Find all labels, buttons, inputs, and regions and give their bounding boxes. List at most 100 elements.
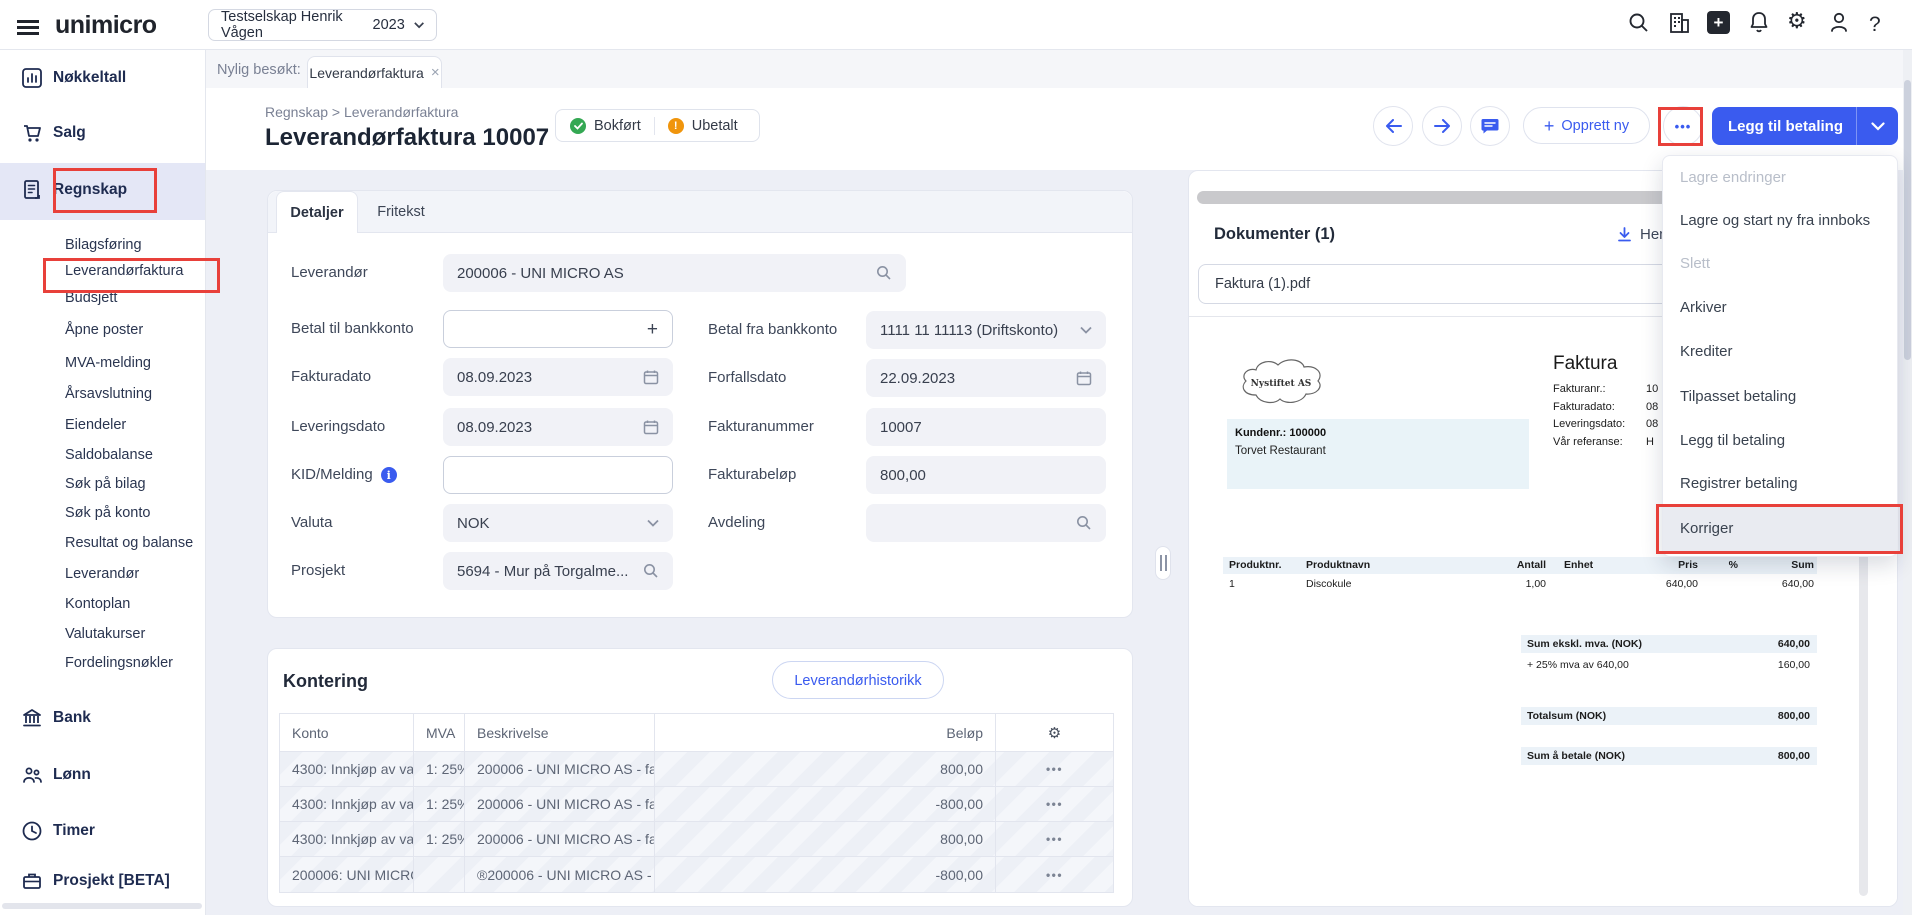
- kontering-row-3[interactable]: 4300: Innkjøp av vare... 1: 25% 200006 -…: [280, 822, 1113, 857]
- ellipsis-icon[interactable]: •••: [1046, 797, 1063, 811]
- menu-item-arkiver[interactable]: Arkiver: [1663, 286, 1897, 330]
- primary-split-button[interactable]: Legg til betaling: [1712, 107, 1898, 145]
- sidebar-item-salg[interactable]: Salg: [0, 122, 205, 146]
- search-icon[interactable]: [1627, 11, 1651, 40]
- sidebar-subitem-eiendeler[interactable]: Eiendeler: [65, 417, 126, 433]
- more-actions-button[interactable]: •••: [1663, 106, 1703, 146]
- sidebar-item-lonn[interactable]: Lønn: [0, 764, 205, 788]
- sidebar-subitem-kontoplan[interactable]: Kontoplan: [65, 596, 130, 612]
- calendar-icon[interactable]: [643, 419, 659, 435]
- tab-detaljer[interactable]: Detaljer: [276, 191, 358, 233]
- kontering-row-4[interactable]: 200006: UNI MICRO AS ®200006 - UNI MICRO…: [280, 857, 1113, 892]
- leverandor-field[interactable]: 200006 - UNI MICRO AS: [443, 254, 906, 292]
- breadcrumb[interactable]: Regnskap > Leverandørfaktura: [265, 104, 458, 120]
- sidebar-subitem-valutakurser[interactable]: Valutakurser: [65, 626, 145, 642]
- scrollbar-thumb[interactable]: [1904, 80, 1911, 360]
- row-actions-button[interactable]: •••: [995, 857, 1113, 892]
- menu-item-krediter[interactable]: Krediter: [1663, 330, 1897, 374]
- column-header-beskrivelse[interactable]: Beskrivelse: [464, 714, 654, 751]
- add-account-icon[interactable]: +: [647, 320, 658, 339]
- chevron-down-icon: [414, 21, 424, 29]
- menu-item-lagre-og-start-ny[interactable]: Lagre og start ny fra innboks: [1663, 199, 1897, 243]
- ellipsis-icon[interactable]: •••: [1046, 762, 1063, 776]
- sidebar-subitem-budsjett[interactable]: Budsjett: [65, 290, 117, 306]
- sidebar-subitem-resultat-og-balanse[interactable]: Resultat og balanse: [65, 535, 193, 551]
- sidebar-subitem-bilagsforing[interactable]: Bilagsføring: [65, 237, 142, 253]
- previous-button[interactable]: [1373, 106, 1413, 146]
- calendar-icon[interactable]: [1076, 370, 1092, 386]
- kontering-row-2[interactable]: 4300: Innkjøp av vare... 1: 25% 200006 -…: [280, 787, 1113, 822]
- sidebar-subitem-saldobalanse[interactable]: Saldobalanse: [65, 447, 153, 463]
- column-header-mva[interactable]: MVA: [413, 714, 464, 751]
- column-header-konto[interactable]: Konto: [280, 714, 413, 751]
- calendar-icon[interactable]: [643, 369, 659, 385]
- mva-cell: [413, 857, 464, 892]
- kontering-row-1[interactable]: 4300: Innkjøp av vare... 1: 25% 200006 -…: [280, 752, 1113, 787]
- sidebar-item-regnskap[interactable]: Regnskap: [0, 179, 205, 203]
- tab-leverandorfaktura[interactable]: Leverandørfaktura ×: [307, 56, 442, 88]
- help-icon[interactable]: ?: [1869, 13, 1881, 37]
- betal-fra-bankkonto-field[interactable]: 1111 11 11113 (Driftskonto): [866, 311, 1106, 349]
- companies-icon[interactable]: [1667, 11, 1691, 40]
- sidebar-item-label: Lønn: [53, 766, 91, 784]
- company-selector[interactable]: Testselskap Henrik Vågen 2023: [208, 9, 437, 41]
- fakturanummer-field[interactable]: 10007: [866, 408, 1106, 446]
- add-icon[interactable]: +: [1707, 11, 1730, 34]
- column-header-belop[interactable]: Beløp: [654, 714, 995, 751]
- leverandorhistorikk-button[interactable]: Leverandørhistorikk: [772, 661, 944, 699]
- sidebar-subitem-mva-melding[interactable]: MVA-melding: [65, 355, 151, 371]
- avdeling-field[interactable]: [866, 504, 1106, 542]
- prosjekt-field[interactable]: 5694 - Mur på Torgalme...: [443, 552, 673, 590]
- info-icon[interactable]: i: [381, 467, 397, 483]
- sidebar-subitem-arsavslutning[interactable]: Årsavslutning: [65, 386, 152, 402]
- valuta-field[interactable]: NOK: [443, 504, 673, 542]
- search-icon[interactable]: [643, 563, 659, 579]
- betal-til-bankkonto-field[interactable]: +: [443, 310, 673, 348]
- sidebar-item-bank[interactable]: Bank: [0, 707, 205, 731]
- page-vertical-scrollbar[interactable]: [1903, 50, 1912, 915]
- tab-fritekst[interactable]: Fritekst: [366, 191, 436, 233]
- profile-icon[interactable]: [1827, 10, 1851, 40]
- menu-item-tilpasset-betaling[interactable]: Tilpasset betaling: [1663, 375, 1897, 419]
- fakturadato-field[interactable]: 08.09.2023: [443, 358, 673, 396]
- sidebar-item-timer[interactable]: Timer: [0, 820, 205, 844]
- ellipsis-icon[interactable]: •••: [1046, 832, 1063, 846]
- belop-cell: 800,00: [654, 752, 995, 786]
- gear-icon[interactable]: ⚙: [1048, 724, 1061, 742]
- comments-button[interactable]: [1470, 106, 1510, 146]
- fakturabelop-field[interactable]: 800,00: [866, 456, 1106, 494]
- sidebar-horizontal-scrollbar[interactable]: [2, 903, 202, 909]
- menu-item-registrer-betaling[interactable]: Registrer betaling: [1663, 462, 1897, 506]
- sidebar-item-nokkeltall[interactable]: Nøkkeltall: [0, 67, 205, 91]
- sidebar-subitem-leverandor[interactable]: Leverandør: [65, 566, 139, 582]
- customer-number: Kundenr.: 100000: [1227, 419, 1529, 439]
- sidebar-subitem-sok-pa-bilag[interactable]: Søk på bilag: [65, 476, 146, 492]
- sidebar-item-prosjekt[interactable]: Prosjekt [BETA]: [0, 870, 205, 894]
- forfallsdato-field[interactable]: 22.09.2023: [866, 359, 1106, 397]
- menu-item-legg-til-betaling[interactable]: Legg til betaling: [1663, 419, 1897, 463]
- kid-melding-field[interactable]: [443, 456, 673, 494]
- panel-splitter-handle[interactable]: [1155, 546, 1171, 580]
- create-new-button[interactable]: + Opprett ny: [1523, 107, 1650, 144]
- primary-button-dropdown[interactable]: [1857, 122, 1898, 131]
- ellipsis-icon[interactable]: •••: [1046, 868, 1063, 882]
- settings-gear-icon[interactable]: ⚙: [1787, 9, 1807, 34]
- sidebar-subitem-leverandorfaktura[interactable]: Leverandørfaktura: [65, 263, 183, 279]
- sidebar-subitem-fordelingsnokler[interactable]: Fordelingsnøkler: [65, 655, 173, 671]
- sidebar-subitem-apne-poster[interactable]: Åpne poster: [65, 322, 143, 338]
- search-icon[interactable]: [1076, 515, 1092, 531]
- tab-close-icon[interactable]: ×: [431, 64, 440, 81]
- row-actions-button[interactable]: •••: [995, 822, 1113, 856]
- sidebar-subitem-sok-pa-konto[interactable]: Søk på konto: [65, 505, 150, 521]
- notifications-bell-icon[interactable]: [1747, 10, 1771, 40]
- leveringsdato-field[interactable]: 08.09.2023: [443, 408, 673, 446]
- next-button[interactable]: [1422, 106, 1462, 146]
- primary-button-label[interactable]: Legg til betaling: [1712, 118, 1856, 135]
- hamburger-menu-icon[interactable]: [17, 20, 39, 34]
- column-settings[interactable]: ⚙: [995, 714, 1113, 751]
- row-actions-button[interactable]: •••: [995, 752, 1113, 786]
- row-actions-button[interactable]: •••: [995, 787, 1113, 821]
- search-icon[interactable]: [876, 265, 892, 281]
- supplier-logo-text: Nystiftet AS: [1251, 379, 1312, 389]
- menu-item-korriger[interactable]: Korriger: [1663, 507, 1897, 551]
